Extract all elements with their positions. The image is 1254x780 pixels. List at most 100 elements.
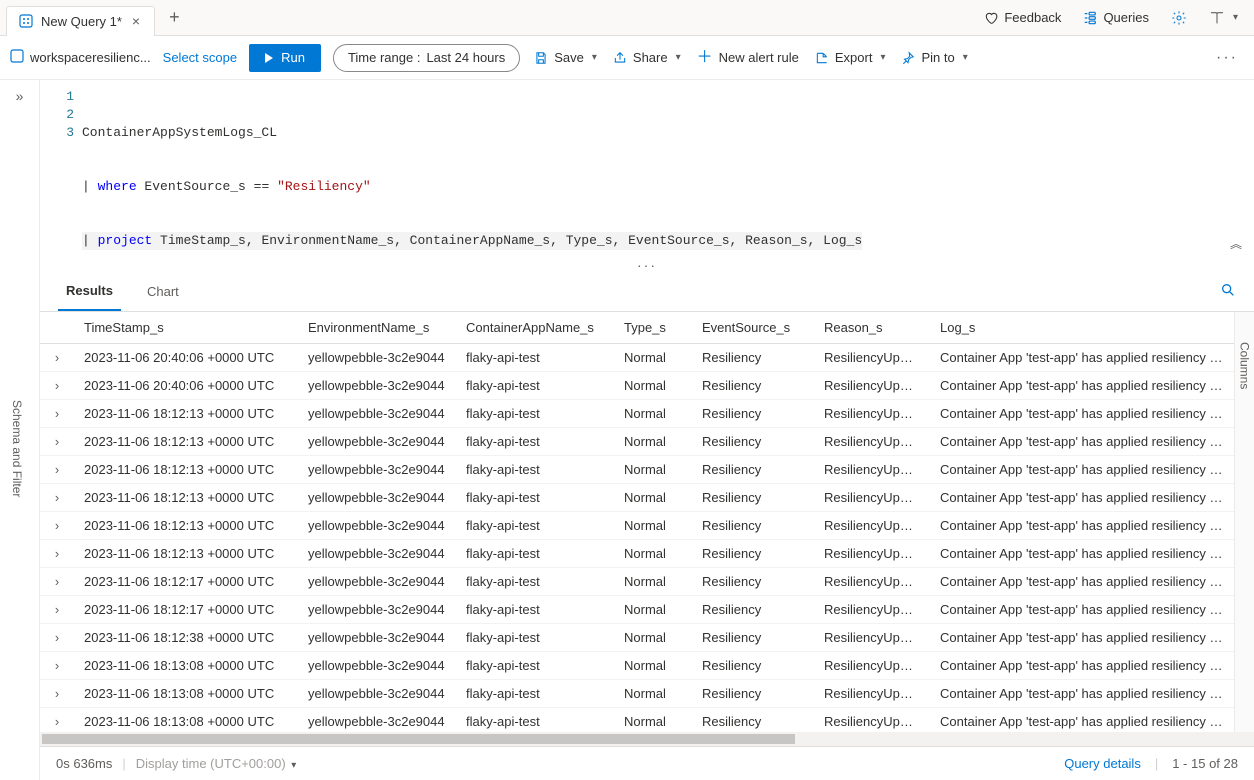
expand-row-icon[interactable]: › bbox=[40, 400, 74, 428]
cell-app: flaky-api-test bbox=[456, 400, 614, 428]
expand-row-icon[interactable]: › bbox=[40, 652, 74, 680]
table-row[interactable]: ›2023-11-06 18:12:13 +0000 UTCyellowpebb… bbox=[40, 484, 1234, 512]
cell-src: Resiliency bbox=[692, 484, 814, 512]
cell-ts: 2023-11-06 18:12:17 +0000 UTC bbox=[74, 568, 298, 596]
docs-button[interactable]: ▾ bbox=[1205, 6, 1242, 30]
results-table-wrap[interactable]: TimeStamp_s EnvironmentName_s ContainerA… bbox=[40, 312, 1234, 732]
resize-handle[interactable]: ··· bbox=[40, 256, 1254, 270]
pager-text: 1 - 15 of 28 bbox=[1172, 756, 1238, 771]
run-button[interactable]: Run bbox=[249, 44, 321, 72]
col-env[interactable]: EnvironmentName_s bbox=[298, 312, 456, 344]
table-row[interactable]: ›2023-11-06 18:13:08 +0000 UTCyellowpebb… bbox=[40, 680, 1234, 708]
table-row[interactable]: ›2023-11-06 18:12:13 +0000 UTCyellowpebb… bbox=[40, 456, 1234, 484]
new-tab-button[interactable]: + bbox=[161, 3, 188, 32]
scroll-thumb[interactable] bbox=[42, 734, 795, 744]
expand-row-icon[interactable]: › bbox=[40, 708, 74, 733]
collapse-editor-icon[interactable]: ︽ bbox=[1230, 236, 1242, 254]
more-menu-button[interactable]: ··· bbox=[1210, 49, 1244, 67]
export-button[interactable]: Export ▾ bbox=[813, 46, 888, 69]
line-number-gutter: 1 2 3 bbox=[40, 80, 82, 256]
cell-ts: 2023-11-06 18:12:38 +0000 UTC bbox=[74, 624, 298, 652]
expand-row-icon[interactable]: › bbox=[40, 484, 74, 512]
cell-log: Container App 'test-app' has applied res… bbox=[930, 708, 1234, 733]
table-row[interactable]: ›2023-11-06 18:12:17 +0000 UTCyellowpebb… bbox=[40, 596, 1234, 624]
book-icon bbox=[1209, 10, 1225, 26]
expand-row-icon[interactable]: › bbox=[40, 372, 74, 400]
chevron-down-icon: ▾ bbox=[592, 52, 597, 63]
table-row[interactable]: ›2023-11-06 20:40:06 +0000 UTCyellowpebb… bbox=[40, 344, 1234, 372]
horizontal-scrollbar[interactable] bbox=[40, 732, 1254, 746]
expand-row-icon[interactable]: › bbox=[40, 596, 74, 624]
code-area[interactable]: ContainerAppSystemLogs_CL | where EventS… bbox=[82, 80, 872, 256]
cell-app: flaky-api-test bbox=[456, 512, 614, 540]
play-icon bbox=[265, 53, 273, 63]
expand-row-icon[interactable]: › bbox=[40, 512, 74, 540]
cell-app: flaky-api-test bbox=[456, 428, 614, 456]
expand-row-icon[interactable]: › bbox=[40, 568, 74, 596]
expand-row-icon[interactable]: › bbox=[40, 456, 74, 484]
cell-ts: 2023-11-06 18:12:13 +0000 UTC bbox=[74, 456, 298, 484]
cell-env: yellowpebble-3c2e9044 bbox=[298, 400, 456, 428]
cell-type: Normal bbox=[614, 624, 692, 652]
table-row[interactable]: ›2023-11-06 18:13:08 +0000 UTCyellowpebb… bbox=[40, 652, 1234, 680]
expand-row-icon[interactable]: › bbox=[40, 344, 74, 372]
cell-src: Resiliency bbox=[692, 400, 814, 428]
cell-type: Normal bbox=[614, 484, 692, 512]
expand-row-icon[interactable]: › bbox=[40, 428, 74, 456]
col-type[interactable]: Type_s bbox=[614, 312, 692, 344]
code-editor[interactable]: 1 2 3 ContainerAppSystemLogs_CL | where … bbox=[40, 80, 1254, 256]
col-timestamp[interactable]: TimeStamp_s bbox=[74, 312, 298, 344]
table-row[interactable]: ›2023-11-06 18:13:08 +0000 UTCyellowpebb… bbox=[40, 708, 1234, 733]
search-icon[interactable] bbox=[1220, 282, 1236, 301]
table-row[interactable]: ›2023-11-06 18:12:13 +0000 UTCyellowpebb… bbox=[40, 540, 1234, 568]
time-range-selector[interactable]: Time range : Last 24 hours bbox=[333, 44, 520, 72]
expand-panel-icon[interactable]: » bbox=[16, 88, 24, 104]
schema-filter-label[interactable]: Schema and Filter bbox=[10, 400, 24, 497]
close-tab-icon[interactable]: × bbox=[130, 14, 142, 28]
col-app[interactable]: ContainerAppName_s bbox=[456, 312, 614, 344]
table-row[interactable]: ›2023-11-06 18:12:13 +0000 UTCyellowpebb… bbox=[40, 400, 1234, 428]
share-button[interactable]: Share ▾ bbox=[611, 46, 683, 69]
query-details-link[interactable]: Query details bbox=[1064, 756, 1141, 771]
cell-env: yellowpebble-3c2e9044 bbox=[298, 680, 456, 708]
table-row[interactable]: ›2023-11-06 18:12:38 +0000 UTCyellowpebb… bbox=[40, 624, 1234, 652]
query-tab[interactable]: New Query 1* × bbox=[6, 6, 155, 36]
tab-results[interactable]: Results bbox=[58, 272, 121, 311]
expand-row-icon[interactable]: › bbox=[40, 624, 74, 652]
results-tab-bar: Results Chart bbox=[40, 272, 1254, 312]
queries-button[interactable]: Queries bbox=[1079, 6, 1153, 30]
table-row[interactable]: ›2023-11-06 18:12:13 +0000 UTCyellowpebb… bbox=[40, 512, 1234, 540]
col-log[interactable]: Log_s bbox=[930, 312, 1234, 344]
workspace-selector[interactable]: workspaceresilienc... bbox=[10, 49, 151, 66]
col-source[interactable]: EventSource_s bbox=[692, 312, 814, 344]
display-time[interactable]: Display time (UTC+00:00) ▾ bbox=[136, 756, 297, 771]
cell-src: Resiliency bbox=[692, 624, 814, 652]
cell-log: Container App 'test-app' has applied res… bbox=[930, 652, 1234, 680]
save-icon bbox=[534, 51, 548, 65]
cell-ts: 2023-11-06 20:40:06 +0000 UTC bbox=[74, 372, 298, 400]
expand-row-icon[interactable]: › bbox=[40, 680, 74, 708]
cell-app: flaky-api-test bbox=[456, 596, 614, 624]
cell-reason: ResiliencyUpdate bbox=[814, 344, 930, 372]
table-row[interactable]: ›2023-11-06 20:40:06 +0000 UTCyellowpebb… bbox=[40, 372, 1234, 400]
table-row[interactable]: ›2023-11-06 18:12:17 +0000 UTCyellowpebb… bbox=[40, 568, 1234, 596]
chevron-down-icon: ▾ bbox=[291, 760, 296, 771]
table-row[interactable]: ›2023-11-06 18:12:13 +0000 UTCyellowpebb… bbox=[40, 428, 1234, 456]
cell-app: flaky-api-test bbox=[456, 372, 614, 400]
tab-chart[interactable]: Chart bbox=[139, 272, 187, 311]
select-scope-link[interactable]: Select scope bbox=[163, 50, 237, 65]
status-bar: 0s 636ms | Display time (UTC+00:00) ▾ Qu… bbox=[40, 746, 1254, 780]
cell-app: flaky-api-test bbox=[456, 456, 614, 484]
cell-src: Resiliency bbox=[692, 456, 814, 484]
columns-panel-collapsed[interactable]: Columns bbox=[1234, 312, 1254, 732]
save-button[interactable]: Save ▾ bbox=[532, 46, 599, 69]
expand-row-icon[interactable]: › bbox=[40, 540, 74, 568]
feedback-button[interactable]: Feedback bbox=[980, 6, 1065, 30]
new-alert-button[interactable]: ＋ New alert rule bbox=[695, 46, 801, 70]
cell-reason: ResiliencyUpdate bbox=[814, 680, 930, 708]
settings-button[interactable] bbox=[1167, 6, 1191, 30]
cell-src: Resiliency bbox=[692, 540, 814, 568]
col-reason[interactable]: Reason_s bbox=[814, 312, 930, 344]
pin-button[interactable]: Pin to ▾ bbox=[899, 46, 969, 69]
run-label: Run bbox=[281, 50, 305, 65]
